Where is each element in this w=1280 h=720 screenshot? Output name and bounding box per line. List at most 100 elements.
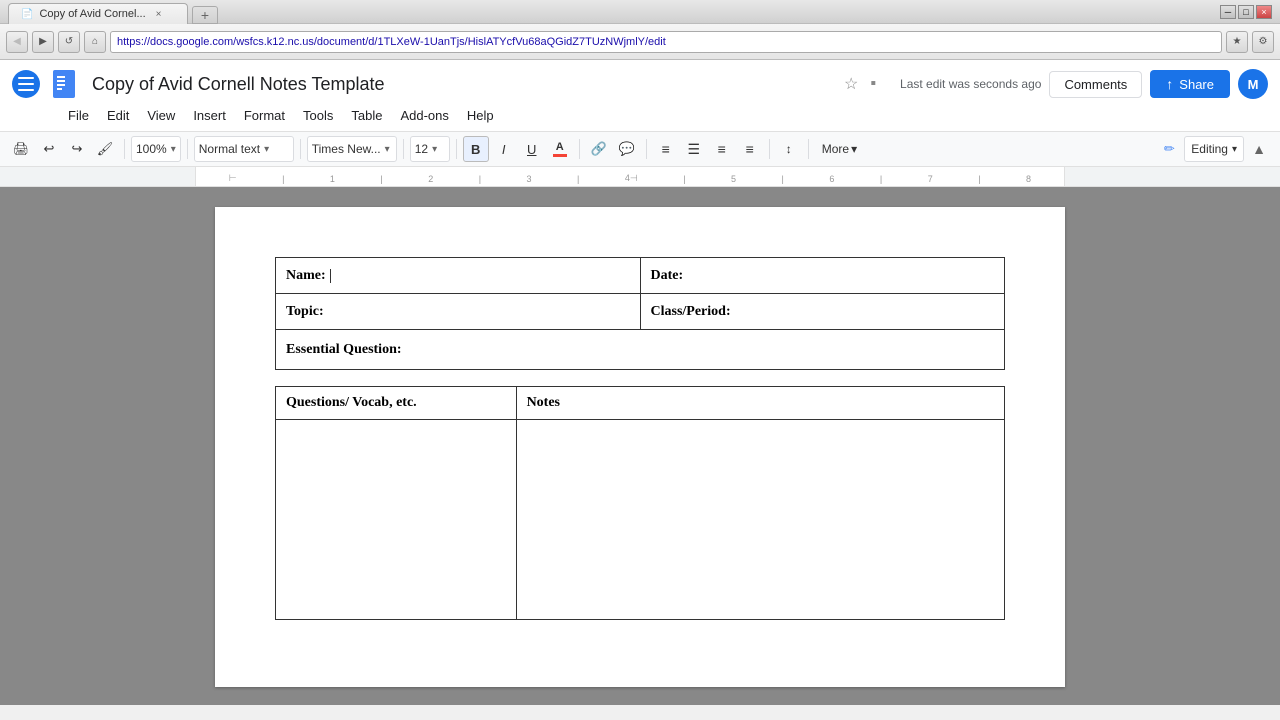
separator-9	[808, 139, 809, 159]
separator-1	[124, 139, 125, 159]
menu-file[interactable]: File	[60, 104, 97, 127]
underline-icon: U	[527, 142, 536, 157]
notes-table: Questions/ Vocab, etc. Notes	[275, 386, 1005, 620]
star-button[interactable]: ☆	[844, 74, 858, 94]
topic-cell[interactable]: Topic:	[276, 294, 641, 330]
more-arrow-icon: ▾	[851, 142, 857, 156]
folder-button[interactable]: ▪	[870, 75, 876, 93]
share-icon: ↑	[1166, 76, 1173, 92]
menu-table[interactable]: Table	[343, 104, 390, 127]
docs-logo	[48, 68, 80, 100]
name-label: Name:	[286, 268, 326, 283]
menu-help[interactable]: Help	[459, 104, 502, 127]
align-left-button[interactable]: ≡	[653, 136, 679, 162]
menu-addons[interactable]: Add-ons	[392, 104, 456, 127]
date-cell[interactable]: Date:	[640, 258, 1005, 294]
questions-vocab-header: Questions/ Vocab, etc.	[276, 387, 517, 420]
separator-2	[187, 139, 188, 159]
menu-edit[interactable]: Edit	[99, 104, 137, 127]
text-color-swatch: A	[553, 141, 567, 157]
style-value: Normal text	[199, 142, 260, 156]
active-browser-tab[interactable]: 📄 Copy of Avid Cornel... ×	[8, 3, 188, 24]
date-label: Date:	[651, 268, 684, 283]
zoom-arrow-icon: ▾	[171, 144, 176, 155]
bold-button[interactable]: B	[463, 136, 489, 162]
align-right-button[interactable]: ≡	[709, 136, 735, 162]
line-spacing-button[interactable]: ↕	[776, 136, 802, 162]
bookmark-button[interactable]: ★	[1226, 31, 1248, 53]
undo-button[interactable]: ↩	[36, 136, 62, 162]
separator-8	[769, 139, 770, 159]
italic-button[interactable]: I	[491, 136, 517, 162]
redo-button[interactable]: ↪	[64, 136, 90, 162]
font-select[interactable]: Times New... ▾	[307, 136, 397, 162]
hamburger-menu-icon[interactable]	[12, 70, 40, 98]
share-button[interactable]: ↑ Share	[1150, 70, 1230, 98]
editing-mode-select[interactable]: Editing ▾	[1184, 136, 1244, 162]
style-arrow-icon: ▾	[264, 144, 269, 155]
notes-cell[interactable]	[516, 420, 1004, 620]
bold-icon: B	[471, 142, 480, 157]
address-bar[interactable]: https://docs.google.com/wsfcs.k12.nc.us/…	[110, 31, 1222, 53]
address-text: https://docs.google.com/wsfcs.k12.nc.us/…	[117, 36, 666, 48]
justify-button[interactable]: ≡	[737, 136, 763, 162]
last-edit-status: Last edit was seconds ago	[900, 77, 1041, 91]
zoom-select[interactable]: 100% ▾	[131, 136, 181, 162]
extensions-button[interactable]: ⚙	[1252, 31, 1274, 53]
text-color-button[interactable]: A	[547, 136, 573, 162]
document-title[interactable]: Copy of Avid Cornell Notes Template	[92, 74, 832, 95]
reload-button[interactable]: ↺	[58, 31, 80, 53]
separator-3	[300, 139, 301, 159]
topic-label: Topic:	[286, 304, 324, 319]
size-value: 12	[415, 142, 428, 156]
font-value: Times New...	[312, 142, 381, 156]
editing-mode-label: Editing	[1191, 142, 1228, 156]
menu-view[interactable]: View	[139, 104, 183, 127]
ruler-marks: ⊢|1| 2|3| 4⊣|5| 6|7|8	[196, 173, 1064, 186]
size-select[interactable]: 12 ▾	[410, 136, 450, 162]
collapse-toolbar-button[interactable]: ▲	[1246, 136, 1272, 162]
share-label: Share	[1179, 77, 1214, 92]
zoom-value: 100%	[136, 142, 167, 156]
minimize-button[interactable]: ─	[1220, 5, 1236, 19]
menu-format[interactable]: Format	[236, 104, 293, 127]
more-label: More	[822, 142, 849, 156]
document-page: Name: Date: Topic: Class/Period: Essenti…	[215, 207, 1065, 687]
tab-title: Copy of Avid Cornel...	[39, 8, 145, 20]
essential-question-box[interactable]: Essential Question:	[275, 330, 1005, 370]
forward-button[interactable]: ▶	[32, 31, 54, 53]
align-center-button[interactable]: ☰	[681, 136, 707, 162]
close-button[interactable]: ×	[1256, 5, 1272, 19]
insert-link-button[interactable]: 🔗	[586, 136, 612, 162]
back-button[interactable]: ◀	[6, 31, 28, 53]
header-table: Name: Date: Topic: Class/Period:	[275, 257, 1005, 330]
ruler: ⊢|1| 2|3| 4⊣|5| 6|7|8	[0, 167, 1280, 187]
pencil-icon: ✏	[1156, 136, 1182, 162]
comments-button[interactable]: Comments	[1049, 71, 1142, 98]
style-select[interactable]: Normal text ▾	[194, 136, 294, 162]
questions-vocab-cell[interactable]	[276, 420, 517, 620]
separator-5	[456, 139, 457, 159]
size-arrow-icon: ▾	[432, 144, 437, 155]
separator-7	[646, 139, 647, 159]
user-avatar[interactable]: M	[1238, 69, 1268, 99]
maximize-button[interactable]: □	[1238, 5, 1254, 19]
menu-tools[interactable]: Tools	[295, 104, 341, 127]
italic-icon: I	[502, 142, 506, 157]
underline-button[interactable]: U	[519, 136, 545, 162]
paint-format-button[interactable]: 🖌	[92, 136, 118, 162]
home-button[interactable]: ⌂	[84, 31, 106, 53]
insert-comment-button[interactable]: 💬	[614, 136, 640, 162]
tab-favicon: 📄	[21, 9, 33, 20]
new-tab-button[interactable]: +	[192, 6, 218, 24]
name-cell[interactable]: Name:	[276, 258, 641, 294]
menu-insert[interactable]: Insert	[185, 104, 234, 127]
class-period-cell[interactable]: Class/Period:	[640, 294, 1005, 330]
separator-4	[403, 139, 404, 159]
class-period-label: Class/Period:	[651, 304, 731, 319]
tab-close-btn[interactable]: ×	[156, 9, 162, 20]
notes-header: Notes	[516, 387, 1004, 420]
print-button[interactable]: 🖨	[8, 136, 34, 162]
page-area: Name: Date: Topic: Class/Period: Essenti…	[0, 187, 1280, 705]
more-button[interactable]: More ▾	[815, 136, 864, 162]
